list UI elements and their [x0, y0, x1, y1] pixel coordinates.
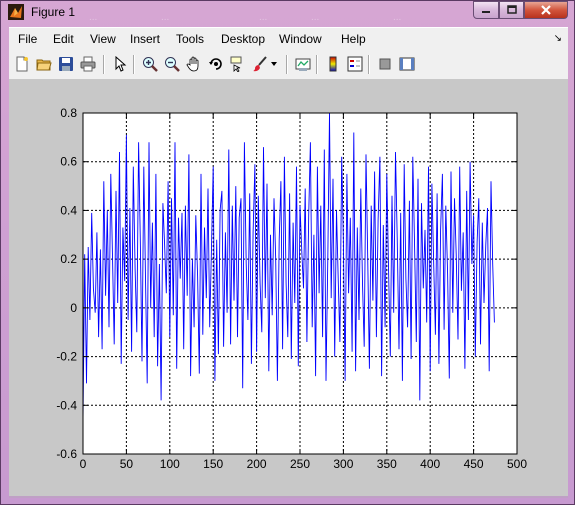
x-tick-label: 150 — [203, 457, 223, 471]
background-window-title: ... — [259, 12, 268, 23]
y-tick-label: 0.4 — [60, 203, 77, 217]
y-tick-label: 0.8 — [60, 106, 77, 120]
toolbar-separator — [103, 55, 104, 74]
edit-plot-arrow-icon[interactable] — [110, 54, 130, 74]
zoom-in-icon[interactable] — [140, 54, 160, 74]
matlab-logo-icon — [8, 4, 24, 20]
menu-bar: File Edit View Insert Tools Desktop Wind… — [9, 27, 568, 50]
title-bar[interactable]: Figure 1 ... ... ... ... ... — [1, 1, 574, 25]
brush-icon[interactable] — [250, 54, 270, 74]
menu-view[interactable]: View — [90, 32, 116, 46]
x-tick-label: 500 — [507, 457, 527, 471]
window-bottom-border — [9, 496, 568, 498]
pan-hand-icon[interactable] — [184, 54, 204, 74]
y-tick-label: 0.6 — [60, 155, 77, 169]
y-tick-label: 0.2 — [60, 252, 77, 266]
colorbar-icon[interactable] — [323, 54, 343, 74]
caption-buttons — [473, 1, 568, 20]
y-tick-label: -0.2 — [56, 350, 77, 364]
background-window-title: ... — [311, 12, 320, 23]
x-tick-label: 250 — [290, 457, 310, 471]
menu-file[interactable]: File — [18, 32, 37, 46]
figure-window: Figure 1 ... ... ... ... ... File Edit V… — [0, 0, 575, 505]
toolbar-separator — [316, 55, 317, 74]
minimize-button[interactable] — [473, 1, 499, 19]
print-icon[interactable] — [78, 54, 98, 74]
x-tick-label: 50 — [120, 457, 134, 471]
minimize-icon — [482, 11, 490, 13]
close-button[interactable] — [524, 1, 568, 19]
zoom-out-icon[interactable] — [162, 54, 182, 74]
toolbar-separator — [133, 55, 134, 74]
toolbar-separator — [368, 55, 369, 74]
legend-icon[interactable] — [345, 54, 365, 74]
menu-desktop[interactable]: Desktop — [221, 32, 265, 46]
rotate-3d-icon[interactable] — [206, 54, 226, 74]
x-tick-label: 400 — [420, 457, 440, 471]
x-tick-label: 200 — [247, 457, 267, 471]
close-icon — [541, 5, 551, 15]
dock-figure-arrow[interactable]: ↘ — [554, 33, 562, 44]
x-tick-label: 300 — [333, 457, 353, 471]
menu-window[interactable]: Window — [279, 32, 322, 46]
save-icon[interactable] — [56, 54, 76, 74]
figure-toolbar — [9, 49, 568, 80]
background-window-title: ... — [161, 12, 170, 23]
menu-tools[interactable]: Tools — [176, 32, 204, 46]
y-tick-label: -0.6 — [56, 447, 77, 461]
background-window-title: ... — [393, 12, 402, 23]
toolbar-separator — [286, 55, 287, 74]
menu-insert[interactable]: Insert — [130, 32, 160, 46]
line-plot[interactable]: 0 50 100 150 200 250 300 350 400 450 500 -0.6 -0.4 -0… — [9, 80, 568, 496]
maximize-button[interactable] — [499, 1, 524, 19]
hide-plot-tools-icon[interactable] — [375, 54, 395, 74]
x-tick-label: 100 — [160, 457, 180, 471]
x-tick-label: 450 — [464, 457, 484, 471]
brush-dropdown-icon[interactable] — [268, 54, 280, 74]
window-title: Figure 1 — [31, 5, 76, 19]
link-plot-icon[interactable] — [293, 54, 313, 74]
menu-edit[interactable]: Edit — [53, 32, 74, 46]
maximize-icon — [506, 5, 517, 14]
x-tick-label: 0 — [80, 457, 87, 471]
background-window-title: ... — [89, 12, 98, 23]
y-tick-label: 0 — [70, 301, 77, 315]
new-figure-icon[interactable] — [12, 54, 32, 74]
data-cursor-icon[interactable] — [228, 54, 248, 74]
y-tick-label: -0.4 — [56, 398, 77, 412]
menu-help[interactable]: Help — [341, 32, 366, 46]
show-plot-tools-icon[interactable] — [397, 54, 417, 74]
open-file-icon[interactable] — [34, 54, 54, 74]
figure-canvas[interactable]: 0 50 100 150 200 250 300 350 400 450 500 -0.6 -0.4 -0… — [9, 80, 568, 496]
x-tick-label: 350 — [377, 457, 397, 471]
